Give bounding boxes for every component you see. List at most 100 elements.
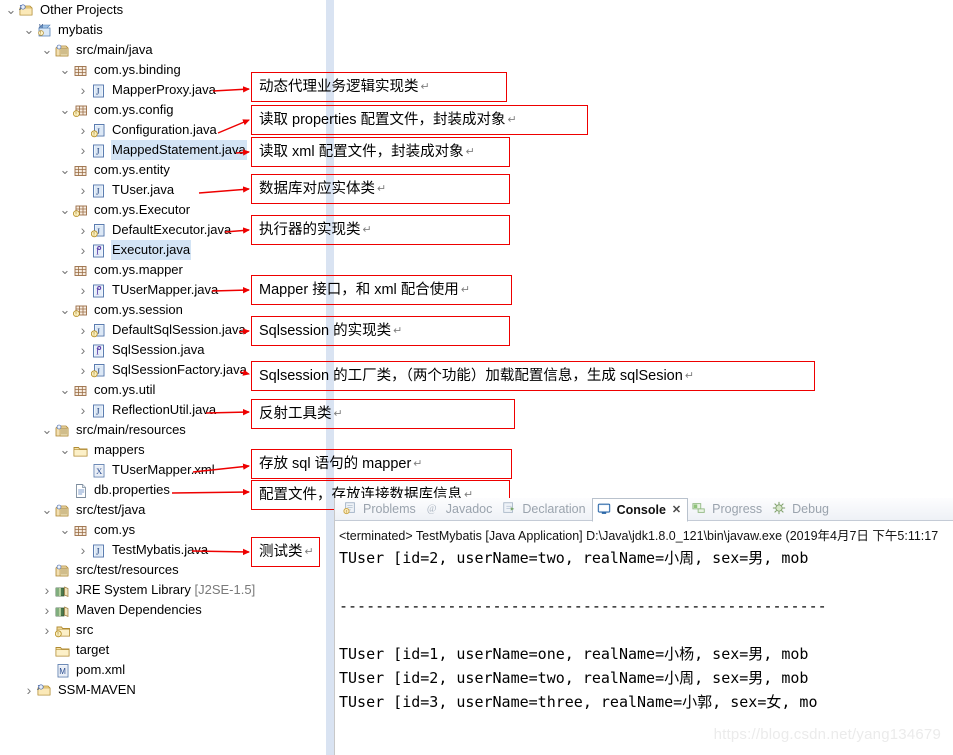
tree-item-label: Configuration.java [112,122,217,137]
chevron-down-icon[interactable]: ⌄ [58,380,72,400]
annotation-text: Sqlsession 的工厂类，（两个功能）加载配置信息，生成 sqlSesio… [259,367,683,384]
chevron-right-icon[interactable]: › [76,340,90,360]
tree-item-label: SqlSessionFactory.java [112,362,247,377]
declaration-icon [502,501,518,517]
other-projects-icon: J [18,2,36,18]
chevron-right-icon[interactable]: › [76,320,90,340]
chevron-right-icon[interactable]: › [76,540,90,560]
java-interface-icon: I [90,242,108,258]
chevron-right-icon[interactable]: › [76,280,90,300]
chevron-down-icon[interactable]: ⌄ [58,260,72,280]
annotation-box: 读取 xml 配置文件，封装成对象 ↵ [251,137,510,167]
chevron-down-icon[interactable]: ⌄ [58,100,72,120]
java-class-warn-icon: J ! [90,122,108,138]
console-tab-problems[interactable]: ! Problems [339,498,422,520]
chevron-down-icon[interactable]: ⌄ [58,440,72,460]
xml-file-icon: X [90,462,108,478]
tree-item-label: TUser.java [112,182,175,197]
progress-icon [692,501,708,517]
chevron-down-icon[interactable]: ⌄ [40,420,54,440]
tree-item[interactable]: › JRE System Library [J2SE-1.5] [0,580,340,600]
chevron-right-icon[interactable]: › [40,580,54,600]
tree-item-label: src/main/java [76,42,153,57]
tree-item-label: com.ys.session [94,302,183,317]
paragraph-mark-icon: ↵ [413,457,423,470]
chevron-right-icon[interactable]: › [40,600,54,620]
tree-item-label: SSM-MAVEN [58,682,136,697]
console-tab-bar[interactable]: ! Problems @ Javadoc Declaration Console ✕ Prog… [335,498,953,522]
chevron-down-icon[interactable]: ⌄ [58,60,72,80]
tree-item-label: com.ys.util [94,382,156,397]
svg-text:M: M [39,24,43,30]
console-tab-progress[interactable]: Progress [688,498,768,520]
tree-item[interactable]: › J SSM-MAVEN [0,680,340,700]
console-tab-label: Progress [712,502,763,516]
console-tab-console[interactable]: Console ✕ [591,498,689,522]
chevron-down-icon[interactable]: ⌄ [40,500,54,520]
watermark-url: https://blog.csdn.net/yang134679 [713,726,941,743]
chevron-down-icon[interactable]: ⌄ [58,300,72,320]
tree-item[interactable]: ⌄ M ! mybatis [0,20,340,40]
tree-item-label-suffix: [J2SE-1.5] [194,582,256,597]
library-icon [54,582,72,598]
problems-icon: ! [343,501,359,517]
tree-item[interactable]: › ! src [0,620,340,640]
tree-item[interactable]: ⌄ src/main/java [0,40,340,60]
console-tab-declaration[interactable]: Declaration [498,498,591,520]
chevron-right-icon[interactable]: › [76,360,90,380]
chevron-right-icon[interactable]: › [76,80,90,100]
svg-text:J: J [96,187,100,197]
tree-item-label: com.ys.binding [94,62,181,77]
source-folder-icon [54,42,72,58]
paragraph-mark-icon: ↵ [377,182,387,195]
chevron-right-icon[interactable]: › [76,140,90,160]
chevron-right-icon[interactable]: › [76,180,90,200]
svg-text:!: ! [346,509,347,514]
close-icon[interactable]: ✕ [672,503,681,516]
chevron-right-icon[interactable]: › [76,400,90,420]
console-tab-label: Console [616,502,666,517]
svg-text:!: ! [40,31,41,37]
tree-item-label: ReflectionUtil.java [112,402,217,417]
chevron-down-icon[interactable]: ⌄ [40,40,54,60]
tree-item[interactable]: target [0,640,340,660]
chevron-down-icon[interactable]: ⌄ [22,20,36,40]
chevron-down-icon[interactable]: ⌄ [4,0,18,20]
properties-file-icon [72,482,90,498]
console-tab-javadoc[interactable]: @ Javadoc [422,498,499,520]
console-tab-label: Declaration [522,502,586,516]
tree-item[interactable]: ⌄ J Other Projects [0,0,340,20]
tree-item-label: TestMybatis.java [112,542,209,557]
chevron-right-icon[interactable]: › [76,220,90,240]
java-class-warn-icon: J ! [90,322,108,338]
tree-item-label: src [76,622,94,637]
annotation-box: 测试类 ↵ [251,537,320,567]
chevron-down-icon[interactable]: ⌄ [58,200,72,220]
chevron-right-icon[interactable]: › [40,620,54,640]
eclipse-screenshot: ⌄ J Other Projects ⌄ M ! mybatis ⌄ src/main… [0,0,953,755]
annotation-text: 反射工具类 [259,405,332,422]
chevron-down-icon[interactable]: ⌄ [58,520,72,540]
chevron-right-icon[interactable]: › [76,240,90,260]
tree-item-label: MapperProxy.java [112,82,216,97]
tree-item[interactable]: › Maven Dependencies [0,600,340,620]
tree-item-label: com.ys [94,522,136,537]
java-class-warn-icon: J ! [90,222,108,238]
annotation-text: 读取 properties 配置文件，封装成对象 [259,111,506,128]
folder-warn-icon: ! [54,622,72,638]
console-tab-debug[interactable]: Debug [768,498,835,520]
chevron-right-icon[interactable]: › [76,120,90,140]
console-panel[interactable]: ! Problems @ Javadoc Declaration Console ✕ Prog… [334,498,953,755]
annotation-box: Sqlsession 的实现类 ↵ [251,316,510,346]
tree-item-label: Other Projects [40,2,124,17]
paragraph-mark-icon: ↵ [333,407,343,420]
chevron-right-icon[interactable]: › [22,680,36,700]
svg-text:X: X [96,466,102,476]
svg-text:M: M [59,667,66,676]
console-terminated-line: <terminated> TestMybatis [Java Applicati… [339,529,939,543]
chevron-down-icon[interactable]: ⌄ [58,160,72,180]
package-icon [72,522,90,538]
tree-item[interactable]: Mpom.xml [0,660,340,680]
package-icon [72,382,90,398]
annotation-box: 动态代理业务逻辑实现类 ↵ [251,72,507,102]
